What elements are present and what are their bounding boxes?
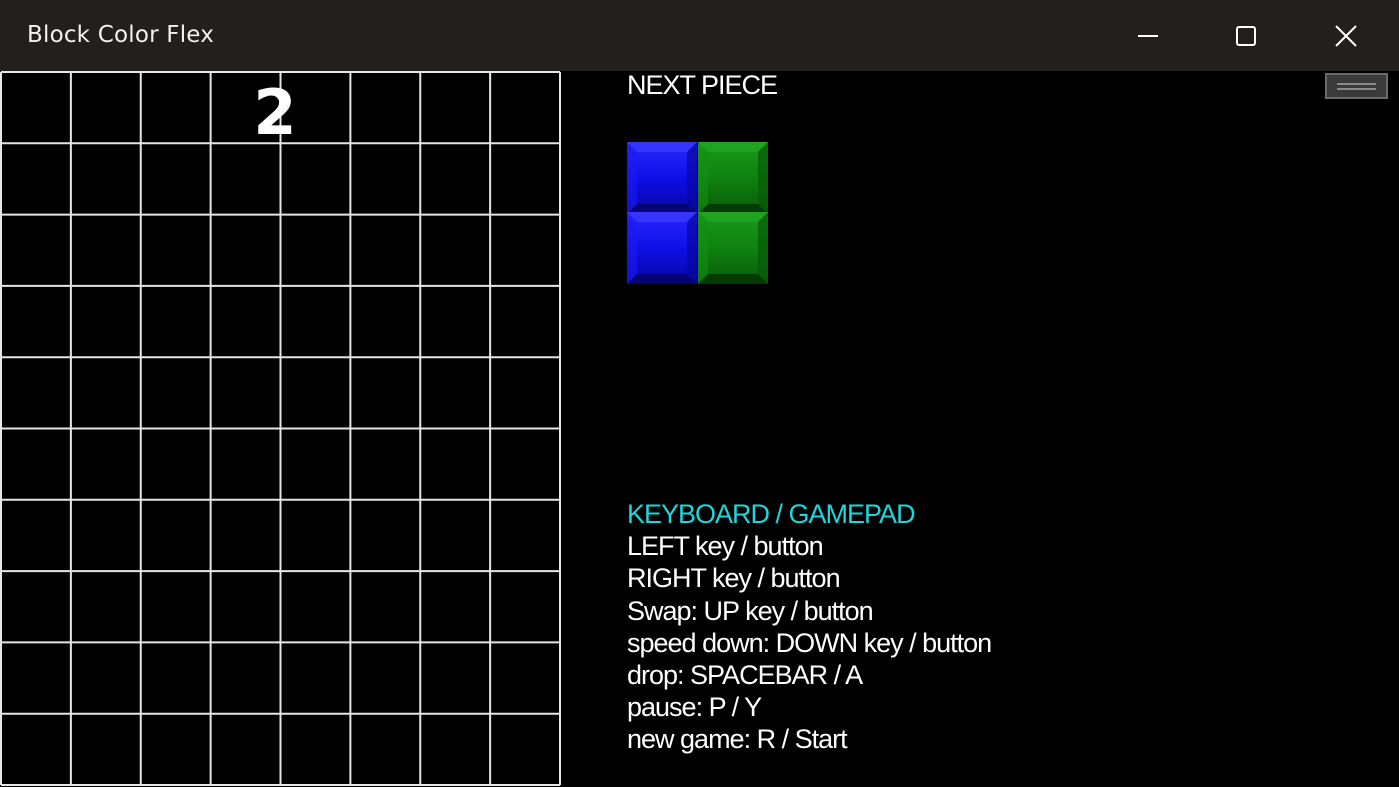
maximize-button[interactable] [1198, 0, 1294, 71]
controls-heading: KEYBOARD / GAMEPAD [627, 499, 916, 529]
next-piece-preview [627, 142, 769, 286]
controls-help: KEYBOARD / GAMEPAD LEFT key / button RIG… [627, 498, 992, 756]
maximize-icon [1236, 25, 1256, 46]
control-right: RIGHT key / button [627, 563, 841, 594]
control-left: LEFT key / button [627, 531, 824, 562]
close-button[interactable] [1298, 0, 1394, 71]
minimize-button[interactable] [1100, 0, 1196, 71]
control-drop: drop: SPACEBAR / A [627, 660, 863, 691]
control-swap: Swap: UP key / button [627, 595, 874, 626]
title-bar[interactable]: Block Color Flex [0, 0, 1399, 71]
score-display: 2 [253, 76, 297, 149]
minimize-icon [1138, 34, 1158, 37]
game-window: Block Color Flex 2 NEXT PIECE KEYBOARD /… [0, 0, 1399, 787]
board-grid [0, 71, 561, 786]
green-block [698, 212, 768, 284]
control-new-game: new game: R / Start [627, 724, 848, 755]
control-speed-down: speed down: DOWN key / button [627, 627, 992, 658]
next-piece-blocks [627, 142, 768, 284]
window-title: Block Color Flex [27, 22, 215, 48]
green-block [698, 142, 768, 214]
blue-block [627, 212, 697, 284]
resize-grip[interactable] [1325, 73, 1388, 99]
blue-block [627, 142, 697, 214]
close-icon [1335, 24, 1357, 47]
game-board[interactable]: 2 [0, 71, 562, 787]
control-pause: pause: P / Y [627, 692, 762, 723]
next-piece-label: NEXT PIECE [627, 70, 778, 100]
